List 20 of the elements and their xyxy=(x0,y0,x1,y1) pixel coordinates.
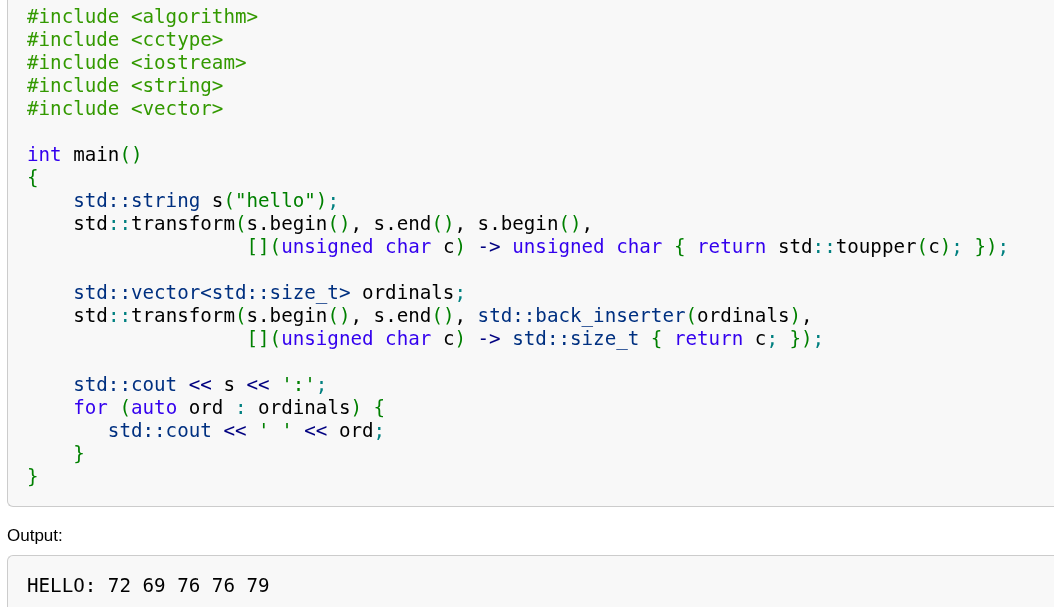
code-line: } xyxy=(72,442,86,465)
code-line: } xyxy=(27,465,40,488)
code-line: { xyxy=(27,166,40,189)
code-line: int main() xyxy=(27,143,144,166)
code-line: #include <string> xyxy=(27,74,225,97)
code-line: std::transform(s.begin(), s.end(), std::back_inserter(ordinals), xyxy=(72,304,814,327)
code-line: std::vector<std::size_t> ordinals; xyxy=(72,281,467,304)
code-line: [](unsigned char c) -> unsigned char { return std::toupper(c); }); xyxy=(245,235,1011,258)
output-text: HELLO: 72 69 76 76 79 xyxy=(27,574,271,597)
code-line: #include <algorithm> xyxy=(27,5,260,28)
code-line: std::cout << ' ' << ord; xyxy=(106,419,387,442)
code-line: std::string s("hello"); xyxy=(72,189,340,212)
code-line: std::transform(s.begin(), s.end(), s.begin(), xyxy=(72,212,595,235)
code-line: #include <iostream> xyxy=(27,51,248,74)
code-line: for (auto ord : ordinals) { xyxy=(72,396,387,419)
code-line: std::cout << s << ':'; xyxy=(72,373,329,396)
output-label: Output: xyxy=(7,526,64,546)
code-line: [](unsigned char c) -> std::size_t { return c; }); xyxy=(245,327,826,350)
code-line: #include <vector> xyxy=(27,97,225,120)
code-line: #include <cctype> xyxy=(27,28,225,51)
